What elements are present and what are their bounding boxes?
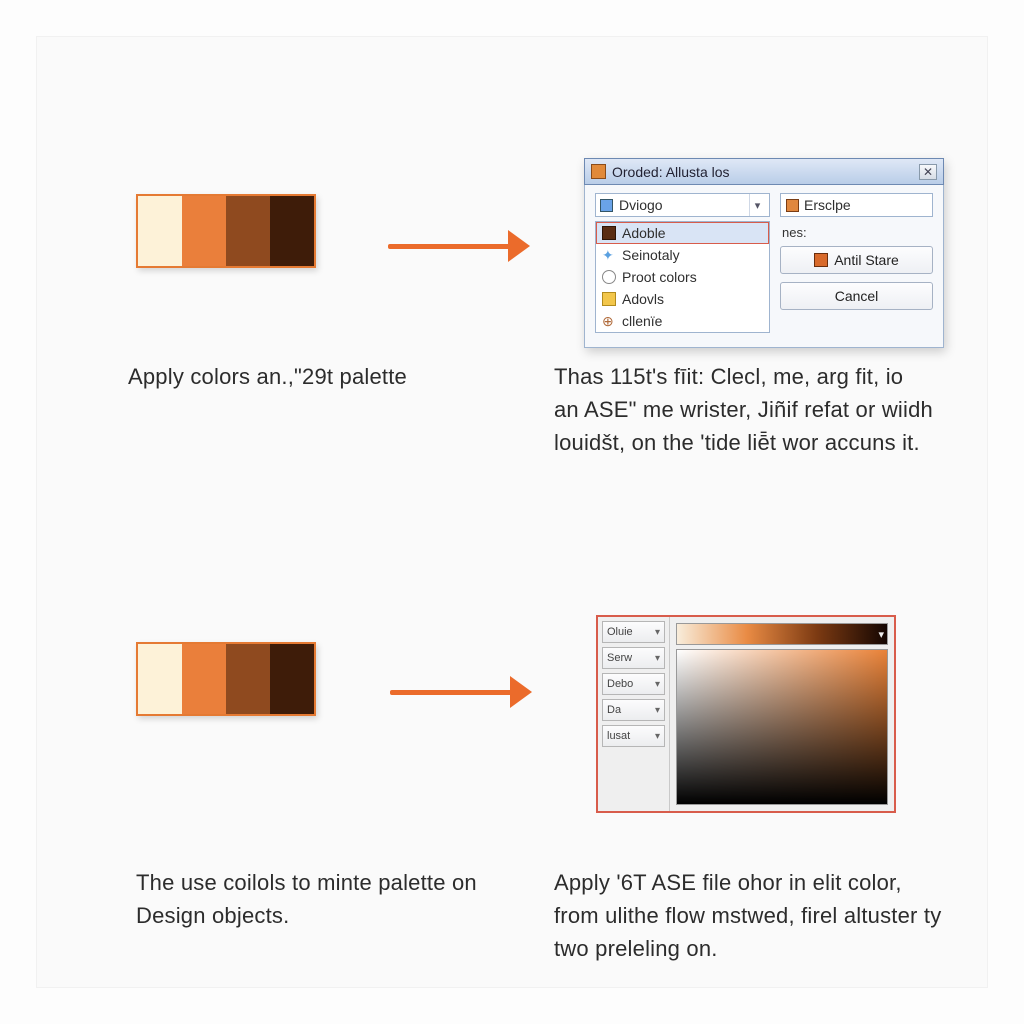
panel-tab-label: Da	[607, 704, 621, 716]
list-item-label: Proot colors	[622, 269, 697, 285]
chevron-down-icon: ▾	[878, 628, 884, 641]
swatch-color-0	[138, 196, 182, 266]
list-item-label: cllenïe	[622, 313, 662, 329]
close-icon[interactable]: ✕	[919, 164, 937, 180]
chevron-down-icon: ▾	[655, 627, 660, 638]
circle-icon	[602, 270, 616, 284]
app-icon	[591, 164, 606, 179]
combo-icon	[600, 199, 613, 212]
dialog-title: Oroded: Allusta los	[612, 164, 913, 180]
list-item[interactable]: Adoble	[596, 222, 769, 244]
caption-bottom-right: Apply '6T ASE file ohor in elit color, f…	[554, 866, 944, 965]
panel-tab[interactable]: Da ▾	[602, 699, 665, 721]
field-label: nes:	[782, 225, 933, 240]
source-combo[interactable]: Dviogo ▾	[595, 193, 770, 217]
swatch-color-2	[226, 196, 270, 266]
folder-icon	[786, 199, 799, 212]
panel-tab-label: Oluie	[607, 626, 633, 638]
swatch-color-1	[182, 196, 226, 266]
square-icon	[602, 292, 616, 306]
chevron-down-icon: ▾	[749, 194, 765, 216]
panel-tab-label: lusat	[607, 730, 630, 742]
chevron-down-icon: ▾	[655, 705, 660, 716]
caption-top-right: Thas 115t's fīit: Clecl, me, arg fit, io…	[554, 360, 934, 459]
list-item-label: Seinotaly	[622, 247, 680, 263]
dialog-window: Oroded: Allusta los ✕ Dviogo ▾ Adoble ✦	[584, 158, 944, 348]
palette-swatch-bottom	[136, 642, 316, 716]
panel-tab-label: Debo	[607, 678, 633, 690]
square-icon	[602, 226, 616, 240]
color-panel: Oluie ▾ Serw ▾ Debo ▾ Da ▾ lusat ▾ ▾	[596, 615, 896, 813]
panel-tab[interactable]: lusat ▾	[602, 725, 665, 747]
color-picker-area: ▾	[670, 617, 894, 811]
swatch-color-2	[226, 644, 270, 714]
combo-value: Dviogo	[619, 197, 743, 213]
list-item-label: Adovls	[622, 291, 664, 307]
preset-value: Ersclpe	[804, 197, 851, 213]
globe-icon: ⊕	[602, 314, 616, 328]
dialog-body: Dviogo ▾ Adoble ✦ Seinotaly Proot colors	[584, 185, 944, 348]
button-label: Cancel	[835, 288, 879, 304]
dialog-titlebar: Oroded: Allusta los ✕	[584, 158, 944, 185]
panel-tab-label: Serw	[607, 652, 632, 664]
preset-combo[interactable]: Ersclpe	[780, 193, 933, 217]
swatch-color-0	[138, 644, 182, 714]
list-item-label: Adoble	[622, 225, 666, 241]
primary-button[interactable]: Antil Stare	[780, 246, 933, 274]
list-item[interactable]: Adovls	[596, 288, 769, 310]
panel-tab[interactable]: Debo ▾	[602, 673, 665, 695]
caption-top-left: Apply colors an.,"29t palette	[128, 360, 508, 393]
arrow-icon	[390, 676, 532, 708]
list-item[interactable]: ✦ Seinotaly	[596, 244, 769, 266]
list-item[interactable]: Proot colors	[596, 266, 769, 288]
hue-ramp[interactable]: ▾	[676, 623, 888, 645]
list-item[interactable]: ⊕ cllenïe	[596, 310, 769, 332]
cancel-button[interactable]: Cancel	[780, 282, 933, 310]
panel-tab[interactable]: Serw ▾	[602, 647, 665, 669]
chevron-down-icon: ▾	[655, 679, 660, 690]
color-panel-tabs: Oluie ▾ Serw ▾ Debo ▾ Da ▾ lusat ▾	[598, 617, 670, 811]
swatch-color-3	[270, 196, 314, 266]
button-label: Antil Stare	[834, 252, 899, 268]
swatch-color-1	[182, 644, 226, 714]
palette-swatch-top	[136, 194, 316, 268]
chevron-down-icon: ▾	[655, 731, 660, 742]
chevron-down-icon: ▾	[655, 653, 660, 664]
panel-tab[interactable]: Oluie ▾	[602, 621, 665, 643]
caption-bottom-left: The use coilols to minte palette on Desi…	[136, 866, 506, 932]
arrow-icon	[388, 230, 530, 262]
swatch-color-3	[270, 644, 314, 714]
action-icon	[814, 253, 828, 267]
star-icon: ✦	[602, 248, 616, 262]
diagram-canvas: Oroded: Allusta los ✕ Dviogo ▾ Adoble ✦	[36, 36, 988, 988]
color-field[interactable]	[676, 649, 888, 805]
source-list[interactable]: Adoble ✦ Seinotaly Proot colors Adovls	[595, 221, 770, 333]
